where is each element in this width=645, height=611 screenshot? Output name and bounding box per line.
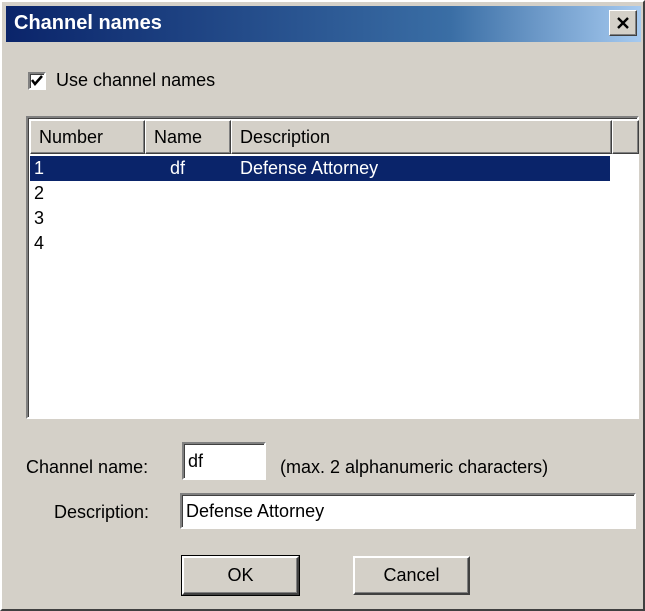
description-label: Description: (54, 502, 150, 522)
column-header-number[interactable]: Number (30, 120, 145, 154)
list-header: Number Name Description (30, 120, 639, 154)
channel-names-dialog: Channel names Use channel names Number N… (0, 0, 645, 611)
channel-name-label: Channel name: (26, 457, 149, 477)
list-row[interactable]: 4 (30, 231, 610, 256)
checkmark-icon (31, 74, 43, 86)
title-bar[interactable]: Channel names (6, 6, 641, 42)
close-icon (616, 13, 630, 33)
use-channel-names-checkbox[interactable] (28, 71, 46, 90)
list-body: 1 df Defense Attorney 2 3 4 (30, 156, 610, 256)
row-description: Defense Attorney (240, 158, 379, 178)
use-channel-names-row[interactable]: Use channel names (28, 70, 215, 91)
row-number: 1 (34, 158, 45, 178)
column-header-filler (612, 120, 639, 154)
row-number: 2 (34, 183, 45, 203)
close-button[interactable] (609, 10, 637, 36)
use-channel-names-label[interactable]: Use channel names (56, 70, 215, 91)
ok-button[interactable]: OK (181, 555, 300, 596)
window-title: Channel names (14, 12, 162, 34)
cancel-button[interactable]: Cancel (353, 556, 470, 595)
list-row[interactable]: 1 df Defense Attorney (30, 156, 610, 181)
channel-name-input[interactable] (182, 442, 266, 480)
column-header-description[interactable]: Description (231, 120, 612, 154)
row-name: df (170, 158, 186, 178)
channel-name-hint: (max. 2 alphanumeric characters) (280, 457, 549, 477)
row-number: 3 (34, 208, 45, 228)
list-row[interactable]: 2 (30, 181, 610, 206)
description-input[interactable] (180, 493, 636, 529)
column-header-name[interactable]: Name (145, 120, 231, 154)
row-number: 4 (34, 233, 45, 253)
channel-list[interactable]: Number Name Description 1 df Defense Att… (26, 116, 639, 419)
list-row[interactable]: 3 (30, 206, 610, 231)
